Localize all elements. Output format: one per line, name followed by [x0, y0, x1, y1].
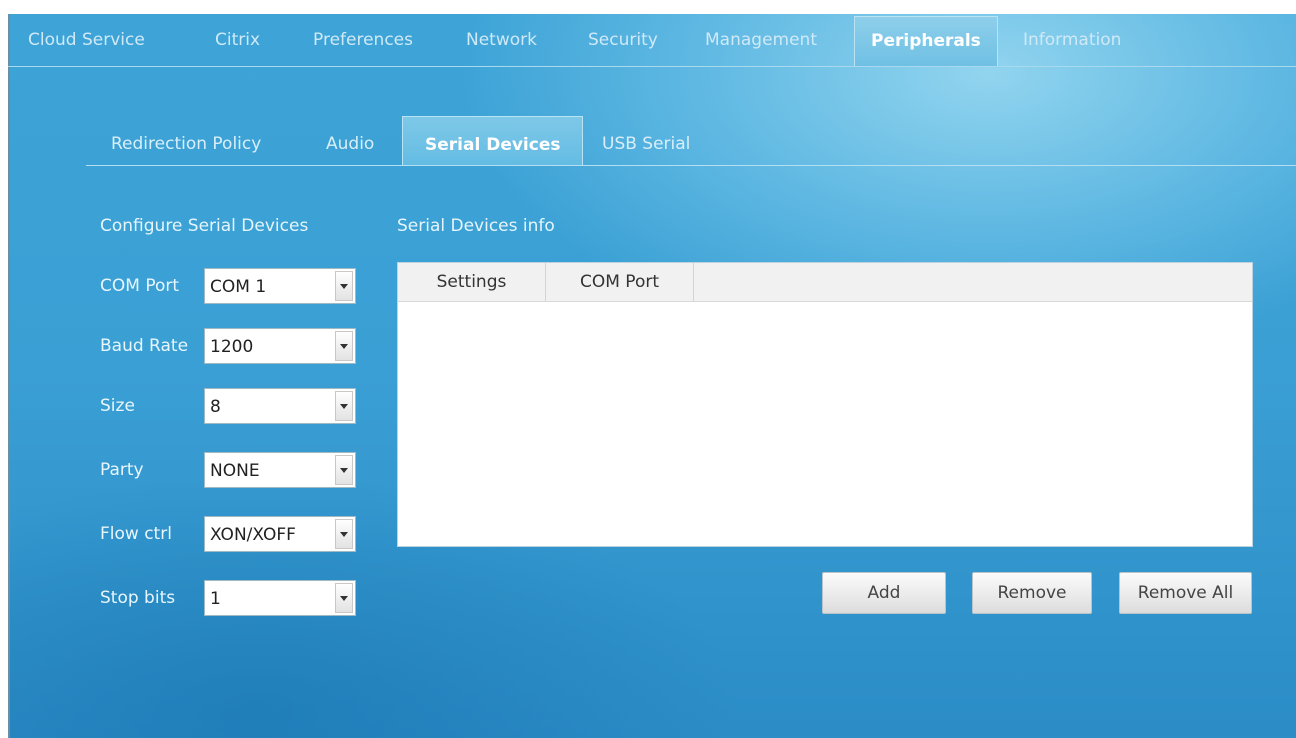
subtab-audio[interactable]: Audio — [326, 134, 374, 154]
column-header-settings[interactable]: Settings — [398, 263, 546, 301]
com-port-value: COM 1 — [210, 277, 267, 297]
stop-bits-label: Stop bits — [100, 588, 176, 608]
app-window: Cloud Service Citrix Preferences Network… — [8, 14, 1296, 738]
baud-rate-label: Baud Rate — [100, 336, 189, 356]
tab-information[interactable]: Information — [1023, 30, 1121, 50]
baud-rate-select[interactable]: 1200 — [204, 328, 356, 364]
column-header-com-port[interactable]: COM Port — [546, 263, 694, 301]
top-tab-divider — [8, 66, 1296, 67]
size-row: Size 8 — [100, 388, 360, 424]
party-value: NONE — [210, 461, 260, 481]
add-button[interactable]: Add — [822, 572, 946, 614]
flow-ctrl-value: XON/XOFF — [210, 525, 296, 545]
top-tab-bar: Cloud Service Citrix Preferences Network… — [8, 14, 1296, 66]
flow-ctrl-row: Flow ctrl XON/XOFF — [100, 516, 360, 552]
chevron-down-icon[interactable] — [335, 331, 353, 361]
com-port-select[interactable]: COM 1 — [204, 268, 356, 304]
baud-rate-row: Baud Rate 1200 — [100, 328, 360, 364]
subtab-usb-serial[interactable]: USB Serial — [602, 134, 690, 154]
subtab-redirection-policy[interactable]: Redirection Policy — [111, 134, 261, 154]
chevron-down-icon[interactable] — [335, 583, 353, 613]
tab-preferences[interactable]: Preferences — [313, 30, 413, 50]
party-row: Party NONE — [100, 452, 360, 488]
chevron-down-icon[interactable] — [335, 271, 353, 301]
tab-management[interactable]: Management — [705, 30, 817, 50]
stop-bits-row: Stop bits 1 — [100, 580, 360, 616]
size-select[interactable]: 8 — [204, 388, 356, 424]
serial-devices-table[interactable]: Settings COM Port — [397, 262, 1253, 547]
com-port-row: COM Port COM 1 — [100, 268, 360, 304]
flow-ctrl-select[interactable]: XON/XOFF — [204, 516, 356, 552]
com-port-label: COM Port — [100, 276, 180, 296]
flow-ctrl-label: Flow ctrl — [100, 524, 172, 544]
configure-section-title: Configure Serial Devices — [100, 216, 309, 236]
chevron-down-icon[interactable] — [335, 455, 353, 485]
tab-cloud-service[interactable]: Cloud Service — [28, 30, 145, 50]
tab-security[interactable]: Security — [588, 30, 658, 50]
baud-rate-value: 1200 — [210, 337, 254, 357]
size-label: Size — [100, 396, 135, 416]
tab-network[interactable]: Network — [466, 30, 537, 50]
table-header: Settings COM Port — [398, 263, 1252, 302]
party-label: Party — [100, 460, 144, 480]
chevron-down-icon[interactable] — [335, 391, 353, 421]
size-value: 8 — [210, 397, 221, 417]
subtab-serial-devices[interactable]: Serial Devices — [402, 116, 584, 166]
info-section-title: Serial Devices info — [397, 216, 555, 236]
sub-tab-divider — [86, 165, 1296, 166]
tab-peripherals[interactable]: Peripherals — [854, 16, 998, 66]
remove-all-button[interactable]: Remove All — [1119, 572, 1252, 614]
stop-bits-value: 1 — [210, 589, 221, 609]
chevron-down-icon[interactable] — [335, 519, 353, 549]
remove-button[interactable]: Remove — [972, 572, 1092, 614]
party-select[interactable]: NONE — [204, 452, 356, 488]
stop-bits-select[interactable]: 1 — [204, 580, 356, 616]
sub-tab-bar: Redirection Policy Audio Serial Devices … — [86, 114, 1296, 166]
tab-citrix[interactable]: Citrix — [215, 30, 260, 50]
